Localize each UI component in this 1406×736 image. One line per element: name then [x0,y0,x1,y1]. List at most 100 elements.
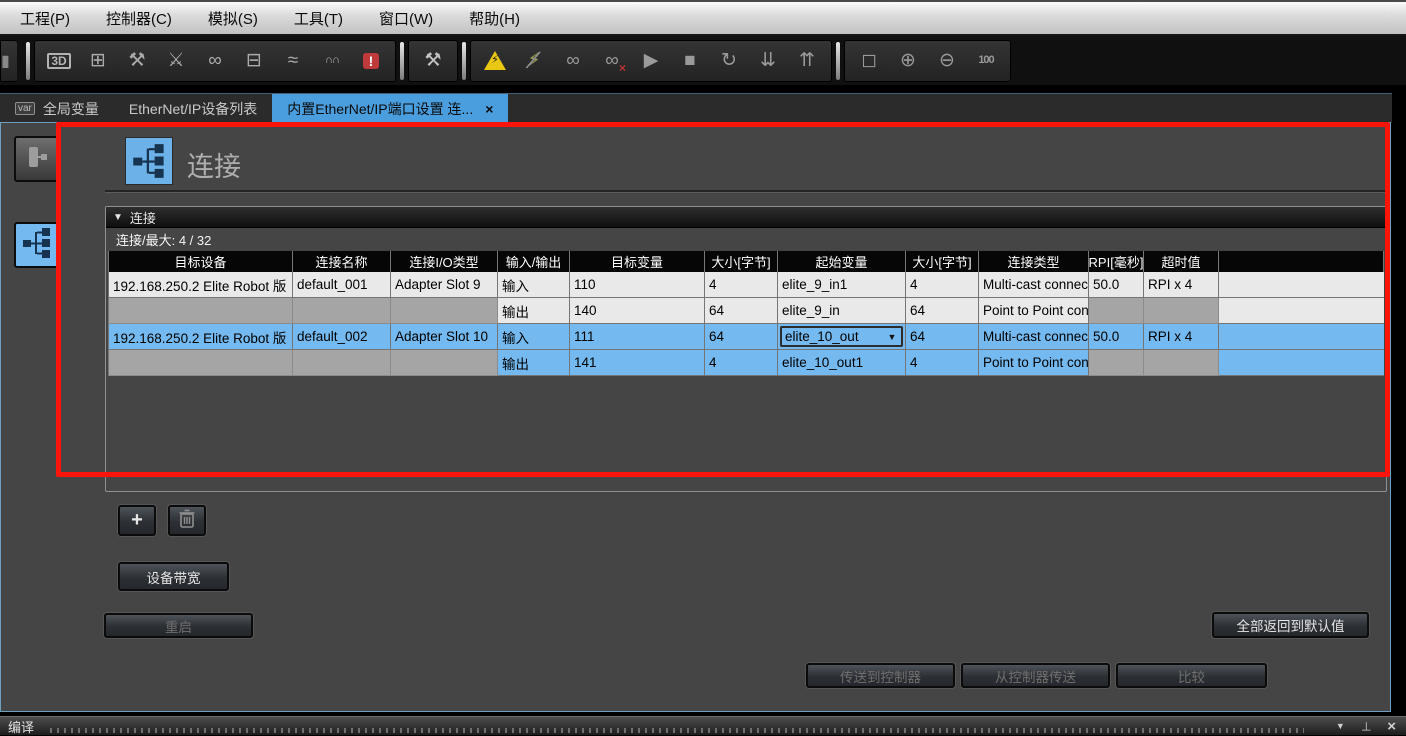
cell-r3c11[interactable] [1219,350,1384,376]
cell-r1c5[interactable]: 64 [705,298,778,324]
cell-r2c11[interactable] [1219,324,1384,350]
column-header-0[interactable]: 目标设备 [108,251,293,272]
column-header-3[interactable]: 输入/输出 [498,251,570,272]
cell-r3c10[interactable] [1144,350,1219,376]
stop-monitor-icon[interactable]: ∞× [597,46,627,76]
search-binoculars-icon[interactable]: ∩∩ [317,46,347,76]
cell-r0c11[interactable] [1219,272,1384,298]
close-panel-icon[interactable]: × [1387,718,1396,735]
collapse-icon[interactable]: ▼ [113,212,123,223]
column-header-4[interactable]: 目标变量 [570,251,705,272]
menu-item-1[interactable]: 控制器(C) [106,8,172,29]
cell-r3c6[interactable]: elite_10_out1 [778,350,906,376]
restart-button[interactable]: 重启 [104,613,253,638]
cell-r1c6[interactable]: elite_9_in [778,298,906,324]
compare-button[interactable]: 比较 [1116,663,1267,688]
zoom-out-icon[interactable]: ⊖ [932,46,962,76]
zoom-100-icon[interactable]: 100 [971,46,1001,76]
cell-r3c8[interactable]: Point to Point connection [979,350,1089,376]
add-connection-button[interactable]: + [118,505,156,536]
cell-r2c9[interactable]: 50.0 [1089,324,1144,350]
table-row-1[interactable]: 输出14064elite_9_in64Point to Point connec… [108,298,1384,324]
cell-r0c9[interactable]: 50.0 [1089,272,1144,298]
menu-item-2[interactable]: 模拟(S) [208,8,258,29]
cell-r0c4[interactable]: 110 [570,272,705,298]
cell-r0c0[interactable]: 192.168.250.2 Elite Robot 版 [108,272,293,298]
cell-r1c7[interactable]: 64 [906,298,979,324]
cell-r0c3[interactable]: 输入 [498,272,570,298]
cell-r3c2[interactable] [391,350,498,376]
synchronize-icon[interactable]: ↻ [714,46,744,76]
chevron-down-icon[interactable]: ▼ [884,332,900,342]
cell-r3c1[interactable] [293,350,391,376]
column-header-10[interactable]: 超时值 [1144,251,1219,272]
cell-r1c8[interactable]: Point to Point connection [979,298,1089,324]
cell-r0c7[interactable]: 4 [906,272,979,298]
cell-r1c10[interactable] [1144,298,1219,324]
watch-window-icon[interactable]: ∞ [200,46,230,76]
cell-r3c0[interactable] [108,350,293,376]
3d-view-icon[interactable]: 3D [44,46,74,76]
column-header-9[interactable]: RPI[毫秒] [1089,251,1144,272]
cell-r3c9[interactable] [1089,350,1144,376]
sidebar-item-port-settings[interactable] [14,136,59,182]
sidebar-item-connections[interactable] [14,222,59,268]
cell-r2c3[interactable]: 输入 [498,324,570,350]
menu-item-3[interactable]: 工具(T) [294,8,343,29]
run-mode-icon[interactable]: ▶ [636,46,666,76]
transfer-from-controller-icon[interactable]: ⇈ [792,46,822,76]
column-header-6[interactable]: 起始变量 [778,251,906,272]
column-header-5[interactable]: 大小[字节] [705,251,778,272]
build-panel-bar[interactable]: 编译 ▼ ⊤ × [0,716,1406,735]
table-row-2[interactable]: 192.168.250.2 Elite Robot 版default_002Ad… [108,324,1384,350]
cell-r1c0[interactable] [108,298,293,324]
table-row-3[interactable]: 输出1414elite_10_out14Point to Point conne… [108,350,1384,376]
cell-r1c2[interactable] [391,298,498,324]
cell-r1c3[interactable]: 输出 [498,298,570,324]
column-header-8[interactable]: 连接类型 [979,251,1089,272]
window-layout-icon[interactable]: ⊞ [83,46,113,76]
cell-r1c9[interactable] [1089,298,1144,324]
program-mode-icon[interactable]: ■ [675,46,705,76]
menu-item-5[interactable]: 帮助(H) [469,8,520,29]
cell-r0c5[interactable]: 4 [705,272,778,298]
cell-r2c2[interactable]: Adapter Slot 10 [391,324,498,350]
menu-item-0[interactable]: 工程(P) [20,8,70,29]
clipped-toolbar-button[interactable]: ▮ [0,40,17,82]
cell-r2c7[interactable]: 64 [906,324,979,350]
pin-icon[interactable]: ⊤ [1361,719,1371,733]
go-offline-icon[interactable]: ⚡∕ [519,46,549,76]
tab-overflow-icon[interactable]: ▼ [1382,10,1392,21]
cell-r0c2[interactable]: Adapter Slot 9 [391,272,498,298]
fit-view-icon[interactable]: ◻ [854,46,884,76]
cell-r2c8[interactable]: Multi-cast connection [979,324,1089,350]
cell-r3c4[interactable]: 141 [570,350,705,376]
rebuild-tools-icon[interactable]: ⚔ [161,46,191,76]
cell-r2c6[interactable]: elite_10_out▼ [778,324,906,350]
cell-r2c0[interactable]: 192.168.250.2 Elite Robot 版 [108,324,293,350]
cell-r0c6[interactable]: elite_9_in1 [778,272,906,298]
delete-connection-button[interactable] [168,505,206,536]
tab-2[interactable]: 内置EtherNet/IP端口设置 连...× [272,94,508,123]
column-header-7[interactable]: 大小[字节] [906,251,979,272]
edit-tool-icon[interactable]: ⚒ [418,46,448,76]
tab-1[interactable]: EtherNet/IP设备列表 [114,94,272,123]
cell-r1c1[interactable] [293,298,391,324]
column-header-2[interactable]: 连接I/O类型 [391,251,498,272]
build-hammer-icon[interactable]: ⚒ [122,46,152,76]
device-bandwidth-button[interactable]: 设备带宽 [118,562,229,591]
monitor-icon[interactable]: ∞ [558,46,588,76]
section-header[interactable]: ▼ 连接 [106,207,1386,228]
transfer-to-controller-button[interactable]: 传送到控制器 [806,663,955,688]
cell-r3c7[interactable]: 4 [906,350,979,376]
cell-r0c8[interactable]: Multi-cast connection [979,272,1089,298]
table-row-0[interactable]: 192.168.250.2 Elite Robot 版default_001Ad… [108,272,1384,298]
restore-defaults-button[interactable]: 全部返回到默认值 [1212,612,1369,638]
menu-item-4[interactable]: 窗口(W) [379,8,433,29]
cell-r2c5[interactable]: 64 [705,324,778,350]
transfer-to-controller-icon[interactable]: ⇊ [753,46,783,76]
cell-r0c10[interactable]: RPI x 4 [1144,272,1219,298]
cell-r0c1[interactable]: default_001 [293,272,391,298]
tab-0[interactable]: var全局变量 [0,94,114,123]
data-trace-icon[interactable]: ≈ [278,46,308,76]
